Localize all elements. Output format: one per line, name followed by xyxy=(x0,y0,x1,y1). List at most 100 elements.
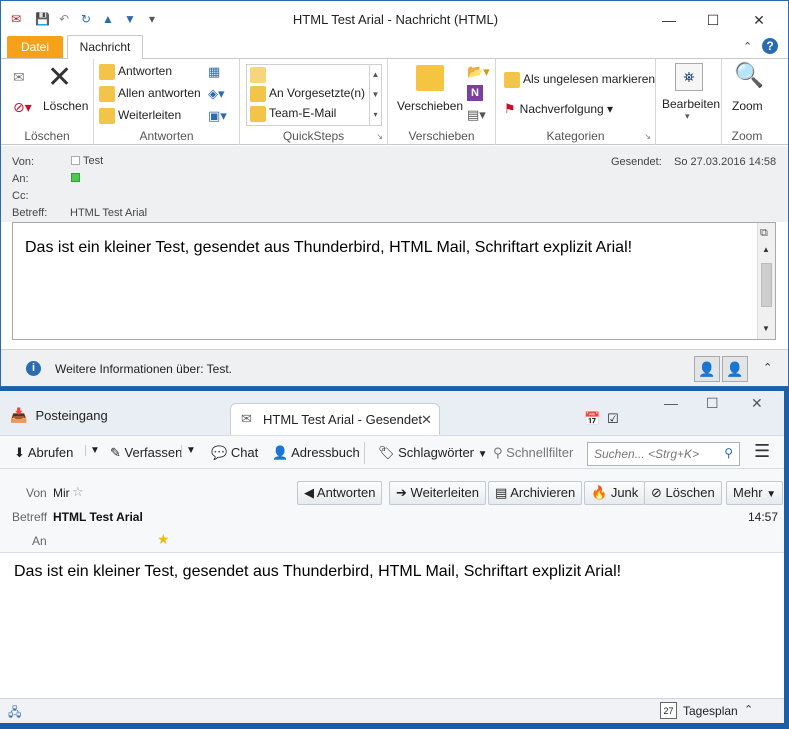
close-tab-icon[interactable]: ✕ xyxy=(421,412,432,428)
envelope-icon: ✉ xyxy=(241,411,252,426)
from-value[interactable]: Test xyxy=(83,155,103,167)
forward-label: Weiterleiten xyxy=(410,485,479,500)
toolbar-separator xyxy=(364,442,365,464)
group-verschieben: Verschieben 📂▾ N ▤▾ Verschieben xyxy=(388,59,496,145)
dialog-launcher-icon[interactable]: ↘ xyxy=(644,132,651,141)
delete-button[interactable]: ⊘ Löschen xyxy=(644,481,722,505)
group-antworten: Antworten Allen antworten Weiterleiten ▦… xyxy=(94,59,240,145)
collapse-ribbon-icon[interactable]: ⌃ xyxy=(743,40,752,53)
meeting-icon[interactable]: ▦ xyxy=(208,64,220,80)
tab-message-label: HTML Test Arial - Gesendet xyxy=(263,412,422,427)
tag-icon: 🏷 xyxy=(378,445,395,460)
search-input[interactable]: Suchen... <Strg+K> ⚲ xyxy=(587,442,740,466)
person-icon[interactable]: 👤 xyxy=(722,356,748,382)
minimize-button[interactable]: — xyxy=(649,7,689,33)
tab-inbox[interactable]: 📥 Posteingang xyxy=(10,407,108,435)
scroll-thumb[interactable] xyxy=(761,263,772,307)
subject-value: HTML Test Arial xyxy=(53,510,143,524)
reply-button[interactable]: ◀ Antworten xyxy=(297,481,383,505)
archive-button[interactable]: ▤ Archivieren xyxy=(488,481,583,505)
ribbon: ✉ ⊘▾ ✕ Löschen Löschen Antworten Allen a… xyxy=(1,59,788,145)
reply-button[interactable]: Antworten xyxy=(99,64,172,80)
rules-icon[interactable]: 📂▾ xyxy=(467,64,490,80)
move-button[interactable]: Verschieben xyxy=(397,99,463,113)
tab-file[interactable]: Datei xyxy=(7,36,63,58)
reply-all-button[interactable]: Allen antworten xyxy=(99,86,201,102)
followup-button[interactable]: ⚑ Nachverfolgung ▾ xyxy=(504,101,613,117)
minimize-button[interactable]: — xyxy=(664,395,678,411)
forward-label: Weiterleiten xyxy=(118,108,182,123)
delete-icon[interactable]: ✕ xyxy=(47,63,72,93)
binoculars-icon[interactable]: ⛯ xyxy=(675,63,703,91)
app-menu-icon[interactable]: ☰ xyxy=(754,441,770,462)
delete-button[interactable]: Löschen xyxy=(43,99,88,113)
thunderbird-window: 📥 Posteingang ✉ HTML Test Arial - Gesende… xyxy=(0,391,784,723)
quickstep-manager[interactable]: An Vorgesetzte(n) xyxy=(250,86,365,102)
popout-icon[interactable]: ⧉ xyxy=(760,227,768,240)
scroll-down-icon[interactable]: ▼ xyxy=(762,324,770,333)
info-text: Weitere Informationen über: Test. xyxy=(55,362,232,376)
reply-label: Antworten xyxy=(316,485,376,500)
dialog-launcher-icon[interactable]: ↘ xyxy=(376,132,383,141)
scroll-up-icon[interactable]: ▲ xyxy=(762,245,770,254)
get-messages-button[interactable]: ⬇ Abrufen xyxy=(14,445,73,461)
junk-label: Junk xyxy=(610,485,639,500)
gallery-scroll[interactable]: ▲ ▼ ▾ xyxy=(369,65,381,125)
from-value[interactable]: Mir xyxy=(53,486,70,500)
quickfilter-button[interactable]: ⚲ Schnellfilter xyxy=(493,445,573,461)
cc-label: Cc: xyxy=(12,190,29,202)
today-pane-toggle[interactable]: Tagesplan xyxy=(683,704,738,718)
addressbook-button[interactable]: 👤 Adressbuch xyxy=(272,445,360,461)
quickfilter-label: Schnellfilter xyxy=(506,445,574,460)
more-button[interactable]: Mehr ▼ xyxy=(726,481,784,505)
collapse-icon[interactable]: ⌃ xyxy=(744,703,753,716)
tab-message[interactable]: ✉ HTML Test Arial - Gesendet ✕ xyxy=(230,403,440,435)
online-status-icon[interactable]: 🖧 xyxy=(8,703,21,723)
calendar-icon: 27 xyxy=(660,702,677,719)
chat-button[interactable]: 💬 Chat xyxy=(211,445,258,461)
edit-button[interactable]: Bearbeiten xyxy=(662,97,720,111)
search-icon[interactable]: ⚲ xyxy=(724,446,733,460)
vertical-scrollbar[interactable]: ⧉ ▲ ▼ xyxy=(757,223,775,339)
star-icon[interactable]: ☆ xyxy=(72,484,84,500)
star-icon[interactable]: ★ xyxy=(157,531,170,548)
quickstep-move-icon[interactable] xyxy=(250,67,269,83)
calendar-tab-icon[interactable]: 📅 xyxy=(584,411,600,427)
quickstep-team[interactable]: Team-E-Mail xyxy=(250,106,336,122)
tab-message[interactable]: Nachricht xyxy=(67,35,143,60)
maximize-button[interactable]: ☐ xyxy=(693,7,733,33)
help-icon[interactable]: ? xyxy=(762,38,778,54)
zoom-button[interactable]: Zoom xyxy=(732,99,763,113)
maximize-button[interactable]: ☐ xyxy=(706,395,719,412)
ignore-icon[interactable]: ✉ xyxy=(13,69,25,86)
zoom-icon[interactable]: 🔍 xyxy=(734,61,764,90)
actions-icon[interactable]: ▤▾ xyxy=(467,107,486,123)
write-button[interactable]: ✎ Verfassen xyxy=(110,445,182,461)
person-icon[interactable]: 👤 xyxy=(694,356,720,382)
onenote-icon[interactable]: N xyxy=(467,85,483,101)
people-pane: i Weitere Informationen über: Test. 👤 👤 … xyxy=(1,349,788,386)
person-icon: 👤 xyxy=(272,445,289,460)
write-dropdown[interactable]: ▼ xyxy=(181,445,196,456)
info-icon: i xyxy=(26,361,41,376)
close-button[interactable]: ✕ xyxy=(751,395,763,412)
tasks-tab-icon[interactable]: ☑ xyxy=(607,411,619,427)
followup-label: Nachverfolgung xyxy=(519,102,604,116)
forward-button[interactable]: Weiterleiten xyxy=(99,108,181,124)
im-icon[interactable]: ◈▾ xyxy=(208,86,225,102)
more-respond-icon[interactable]: ▣▾ xyxy=(208,108,227,124)
move-icon[interactable] xyxy=(416,65,444,91)
message-body[interactable]: Das ist ein kleiner Test, gesendet aus T… xyxy=(12,222,776,340)
outlook-window: ✉ 💾 ↶ ↻ ▲ ▼ ▾ HTML Test Arial - Nachrich… xyxy=(0,0,789,387)
mark-unread-button[interactable]: Als ungelesen markieren xyxy=(504,72,655,88)
get-messages-dropdown[interactable]: ▼ xyxy=(85,445,100,456)
chevron-down-icon[interactable]: ▾ xyxy=(685,111,690,122)
presence-icon[interactable] xyxy=(71,173,80,182)
junk-button[interactable]: 🔥 Junk xyxy=(584,481,646,505)
collapse-icon[interactable]: ⌃ xyxy=(763,361,772,374)
tag-button[interactable]: 🏷 Schlagwörter ▼ xyxy=(378,445,488,461)
forward-button[interactable]: ➔ Weiterleiten xyxy=(389,481,486,505)
close-button[interactable]: ✕ xyxy=(739,7,779,33)
junk-icon[interactable]: ⊘▾ xyxy=(13,99,32,116)
group-loeschen: ✉ ⊘▾ ✕ Löschen Löschen xyxy=(1,59,94,145)
